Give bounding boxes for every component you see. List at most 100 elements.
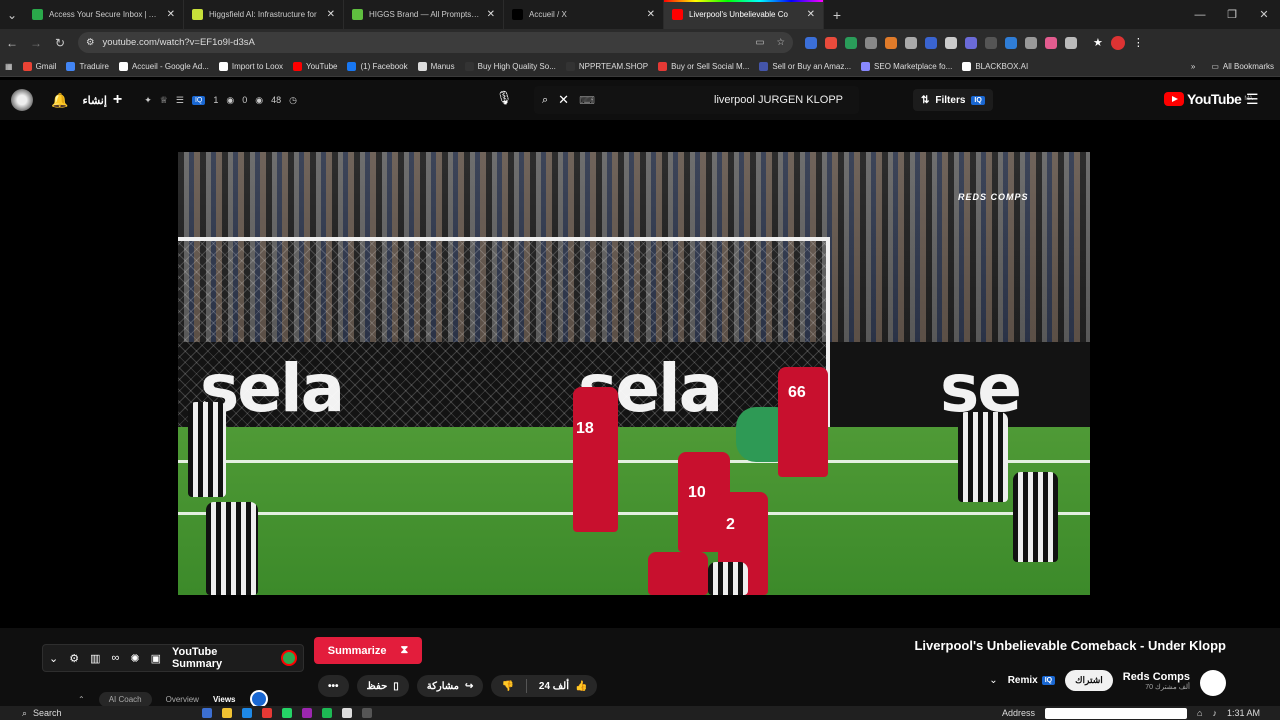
- search-box[interactable]: ⌕ ✕ ⌨ liverpool JURGEN KLOPP: [534, 86, 859, 114]
- browser-tab[interactable]: Accueil / X ✕: [504, 0, 664, 29]
- like-icon[interactable]: 👍: [575, 681, 587, 692]
- browser-tab[interactable]: Higgsfield AI: Infrastructure for ✕: [184, 0, 344, 29]
- channel-name[interactable]: Reds Comps: [1123, 671, 1190, 683]
- omnibox[interactable]: ⚙ youtube.com/watch?v=EF1o9l-d3sA ▭ ☆: [78, 32, 793, 53]
- app-icon[interactable]: [202, 708, 212, 718]
- extension-icon[interactable]: [845, 36, 857, 49]
- app-icon[interactable]: [242, 708, 252, 718]
- keyboard-icon[interactable]: ⌨: [579, 94, 595, 107]
- bookmark-item[interactable]: Buy High Quality So...: [460, 61, 561, 71]
- tv-icon[interactable]: ▣: [151, 652, 161, 665]
- forward-icon[interactable]: →: [24, 36, 48, 50]
- list-icon[interactable]: ☰: [176, 95, 184, 106]
- subscribe-button[interactable]: اشتراك: [1065, 670, 1113, 691]
- extension-icon[interactable]: [965, 36, 977, 49]
- clear-search-icon[interactable]: ✕: [558, 92, 569, 108]
- remix-button[interactable]: Remix IQ: [1008, 675, 1056, 686]
- apps-grid-icon[interactable]: ▦: [0, 62, 18, 71]
- browser-tab[interactable]: HIGGS Brand — All Prompts Usa ✕: [344, 0, 504, 29]
- filters-button[interactable]: ⇅ Filters IQ: [913, 89, 993, 111]
- trophy-icon[interactable]: ♕: [160, 95, 168, 106]
- tab-views[interactable]: Views: [213, 695, 236, 704]
- video-player[interactable]: REDS COMPS sela sela se 18 66 10 2: [178, 152, 1090, 595]
- tab-close-icon[interactable]: ✕: [807, 9, 815, 20]
- extension-icon[interactable]: [1025, 36, 1037, 49]
- openai-icon[interactable]: ✺: [130, 652, 139, 665]
- extension-icon[interactable]: [1045, 36, 1057, 49]
- avatar[interactable]: [1110, 35, 1125, 50]
- all-bookmarks-button[interactable]: » ▭ All Bookmarks: [1191, 62, 1280, 71]
- tab-close-icon[interactable]: ✕: [327, 9, 335, 20]
- tab-close-icon[interactable]: ✕: [647, 9, 655, 20]
- channel-avatar[interactable]: [1200, 670, 1226, 696]
- more-bookmarks-icon[interactable]: »: [1191, 62, 1195, 71]
- like-count[interactable]: 24 ألف: [539, 681, 569, 692]
- collapse-caret-icon[interactable]: ⌃: [78, 695, 85, 704]
- search-input[interactable]: liverpool JURGEN KLOPP: [714, 94, 843, 106]
- extension-icon[interactable]: [945, 36, 957, 49]
- bookmark-item[interactable]: Manus: [413, 61, 460, 71]
- iq-badge[interactable]: IQ: [191, 95, 206, 105]
- chrome-icon[interactable]: [342, 708, 352, 718]
- tab-overview[interactable]: Overview: [166, 695, 199, 704]
- clock-time[interactable]: 1:31 AM: [1227, 708, 1260, 718]
- save-button[interactable]: حفظ ▯: [356, 675, 409, 697]
- bookmark-item[interactable]: Sell or Buy an Amaz...: [754, 61, 856, 71]
- app-icon[interactable]: [362, 708, 372, 718]
- bookmark-item[interactable]: Buy or Sell Social M...: [653, 61, 754, 71]
- extension-icon[interactable]: [885, 36, 897, 49]
- app-icon[interactable]: [262, 708, 272, 718]
- create-button[interactable]: إنشاء +: [82, 91, 122, 109]
- new-tab-button[interactable]: +: [824, 7, 850, 23]
- tab-list-chevron-icon[interactable]: ⌄: [0, 8, 24, 22]
- folder-app-icon[interactable]: [222, 708, 232, 718]
- dislike-icon[interactable]: 👎: [501, 681, 513, 692]
- avatar[interactable]: [11, 89, 33, 111]
- sparkle-icon[interactable]: ✦: [144, 95, 152, 106]
- bookmark-item[interactable]: Import to Loox: [214, 61, 288, 71]
- bookmark-item[interactable]: Accueil - Google Ad...: [114, 61, 214, 71]
- extension-icon[interactable]: [1005, 36, 1017, 49]
- youtube-logo[interactable]: YouTube MA: [1164, 91, 1253, 107]
- extension-icon[interactable]: [985, 36, 997, 49]
- summarize-button[interactable]: Summarize ⧗: [314, 637, 422, 664]
- bookmark-item[interactable]: YouTube: [288, 61, 342, 71]
- more-actions-button[interactable]: •••: [318, 675, 349, 697]
- taskbar-search[interactable]: ⌕ Search: [22, 708, 162, 719]
- bookmark-item[interactable]: Gmail: [18, 61, 62, 71]
- bookmark-item[interactable]: BLACKBOX.AI: [957, 61, 1033, 71]
- tab-close-icon[interactable]: ✕: [487, 9, 495, 20]
- notifications-bell-icon[interactable]: 🔔: [51, 92, 68, 109]
- browser-tab[interactable]: Liverpool's Unbelievable Co ✕: [664, 0, 824, 29]
- settings-icon[interactable]: ⚙: [69, 652, 79, 665]
- browser-tab[interactable]: Access Your Secure Inbox | Atom ✕: [24, 0, 184, 29]
- search-icon[interactable]: ⌕: [542, 94, 548, 107]
- glasses-icon[interactable]: ∞: [112, 652, 120, 664]
- extension-icon[interactable]: [905, 36, 917, 49]
- bookmark-star-icon[interactable]: ☆: [776, 37, 785, 48]
- url-text[interactable]: youtube.com/watch?v=EF1o9l-d3sA: [103, 37, 255, 48]
- summary-logo-icon[interactable]: [281, 650, 297, 666]
- extension-icon[interactable]: [825, 36, 837, 49]
- bookmark-item[interactable]: (1) Facebook: [342, 61, 412, 71]
- close-window-icon[interactable]: ✕: [1248, 8, 1280, 21]
- network-icon[interactable]: ⌂: [1197, 708, 1202, 718]
- whatsapp-icon[interactable]: [282, 708, 292, 718]
- youtube-summary-label[interactable]: YouTube Summary: [172, 646, 270, 670]
- address-input[interactable]: [1045, 707, 1188, 719]
- puzzle-icon[interactable]: [1065, 36, 1077, 49]
- app-icon[interactable]: [302, 708, 312, 718]
- hamburger-menu-icon[interactable]: ☰: [1246, 91, 1259, 108]
- mic-icon[interactable]: 🎙: [494, 90, 514, 110]
- minimize-icon[interactable]: —: [1184, 9, 1216, 21]
- spotify-icon[interactable]: [322, 708, 332, 718]
- chevron-down-icon[interactable]: ⌄: [989, 675, 997, 686]
- reload-icon[interactable]: ↻: [48, 36, 72, 50]
- waveform-icon[interactable]: ▥: [90, 652, 100, 665]
- tab-close-icon[interactable]: ✕: [167, 9, 175, 20]
- bookmark-item[interactable]: Traduire: [61, 61, 114, 71]
- site-info-icon[interactable]: ⚙: [86, 37, 95, 48]
- maximize-icon[interactable]: ❐: [1216, 8, 1248, 21]
- share-button[interactable]: مشاركة ↪: [416, 675, 484, 697]
- tab-ai-coach[interactable]: AI Coach: [98, 691, 152, 707]
